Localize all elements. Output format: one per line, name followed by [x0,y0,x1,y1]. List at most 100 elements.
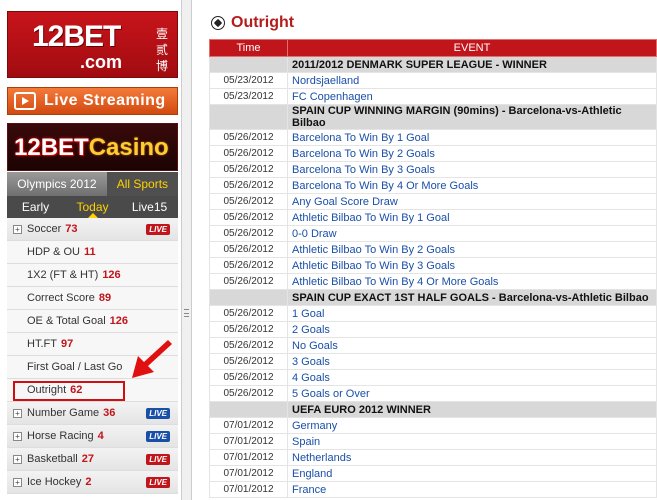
event-link[interactable]: Barcelona To Win By 1 Goal [288,132,429,144]
tab-live15[interactable]: Live15 [121,196,178,218]
expand-icon[interactable]: + [13,477,22,487]
menu-1x2[interactable]: 1X2 (FT & HT) 126 [7,264,178,287]
event-link[interactable]: Any Goal Score Draw [288,196,398,208]
event-link[interactable]: 4 Goals [288,372,330,384]
casino-banner[interactable]: 12BETCasino [7,123,178,171]
scroll-grip-icon[interactable] [184,309,189,317]
event-cell: Athletic Bilbao To Win By 3 Goals [287,257,657,274]
event-date: 07/01/2012 [209,433,288,450]
tab-early[interactable]: Early [7,196,64,218]
tab-olympics-2012[interactable]: Olympics 2012 [7,172,107,196]
page-root: { "sidebar": { "logo": { "brand": "12BET… [0,0,657,500]
live-badge: LIVE [146,224,170,235]
event-link[interactable]: Nordsjaelland [288,75,359,87]
event-link[interactable]: Athletic Bilbao To Win By 3 Goals [288,260,455,272]
event-cell: Barcelona To Win By 1 Goal [287,129,657,146]
event-link[interactable]: Athletic Bilbao To Win By 1 Goal [288,212,450,224]
event-link[interactable]: Spain [288,436,320,448]
menu-hdp-ou[interactable]: HDP & OU 11 [7,241,178,264]
red-arrow-icon [132,340,172,378]
event-link[interactable]: Athletic Bilbao To Win By 2 Goals [288,244,455,256]
event-link[interactable]: Germany [288,420,337,432]
event-cell: France [287,481,657,498]
menu-count: 73 [65,223,78,235]
menu-count: 4 [97,430,104,442]
event-link[interactable]: Barcelona To Win By 3 Goals [288,164,435,176]
event-date: 05/26/2012 [209,161,288,178]
menu-soccer[interactable]: + Soccer 73 LIVE [7,218,178,241]
event-cell: No Goals [287,337,657,354]
tab-all-sports[interactable]: All Sports [106,172,178,196]
event-date: 05/23/2012 [209,72,288,89]
live-badge: LIVE [146,454,170,465]
menu-label: HDP & OU [27,246,80,258]
event-cell: Athletic Bilbao To Win By 1 Goal [287,209,657,226]
event-date: 05/26/2012 [209,209,288,226]
expand-icon[interactable]: + [13,454,22,464]
event-date: 07/01/2012 [209,465,288,482]
12bet-logo[interactable]: 12BET .com 壹贰博 [7,11,178,78]
table-body: 2011/2012 DENMARK SUPER LEAGUE - WINNER 0… [209,56,657,498]
live-badge: LIVE [146,431,170,442]
table-row: 05/26/2012 Barcelona To Win By 4 Or More … [209,177,657,194]
menu-label: 1X2 (FT & HT) [27,269,99,281]
event-date: 05/26/2012 [209,305,288,322]
group-header-spacer [209,401,288,418]
table-row: 05/26/2012 5 Goals or Over [209,385,657,402]
event-cell: 5 Goals or Over [287,385,657,402]
group-header-row: 2011/2012 DENMARK SUPER LEAGUE - WINNER [209,56,657,73]
table-row: 05/23/2012 FC Copenhagen [209,88,657,105]
expand-icon[interactable]: + [13,408,22,418]
menu-ice-hockey[interactable]: + Ice Hockey 2 LIVE [7,471,178,494]
event-link[interactable]: Netherlands [288,452,351,464]
event-link[interactable]: Barcelona To Win By 2 Goals [288,148,435,160]
menu-outright[interactable]: Outright 62 [7,379,178,402]
logo-domain: .com [80,52,123,72]
event-link[interactable]: Barcelona To Win By 4 Or More Goals [288,180,478,192]
sidebar: 12BET .com 壹贰博 Live Streaming 12BETCasin… [0,0,181,500]
event-cell: England [287,465,657,482]
event-link[interactable]: Athletic Bilbao To Win By 4 Or More Goal… [288,276,498,288]
page-header: Outright [211,12,294,34]
event-link[interactable]: 1 Goal [288,308,324,320]
event-link[interactable]: England [288,468,332,480]
menu-count: 11 [83,246,96,258]
sidebar-scrollbar[interactable] [181,0,192,500]
table-row: 05/26/2012 Any Goal Score Draw [209,193,657,210]
menu-oe-total-goal[interactable]: OE & Total Goal 126 [7,310,178,333]
event-date: 05/26/2012 [209,225,288,242]
menu-number-game[interactable]: + Number Game 36 LIVE [7,402,178,425]
group-title: UEFA EURO 2012 WINNER [287,401,657,418]
event-link[interactable]: 2 Goals [288,324,330,336]
event-link[interactable]: 0-0 Draw [288,228,337,240]
event-date: 05/26/2012 [209,353,288,370]
event-link[interactable]: 5 Goals or Over [288,388,370,400]
menu-basketball[interactable]: + Basketball 27 LIVE [7,448,178,471]
event-cell: Athletic Bilbao To Win By 4 Or More Goal… [287,273,657,290]
table-row: 05/26/2012 Athletic Bilbao To Win By 2 Go… [209,241,657,258]
expand-icon[interactable]: + [13,224,22,234]
menu-horse-racing[interactable]: + Horse Racing 4 LIVE [7,425,178,448]
event-link[interactable]: France [288,484,326,496]
menu-count: 2 [85,476,92,488]
event-link[interactable]: FC Copenhagen [288,91,373,103]
live-streaming-banner[interactable]: Live Streaming [7,87,178,115]
group-header-spacer [209,104,288,130]
event-cell: 2 Goals [287,321,657,338]
event-cell: 0-0 Draw [287,225,657,242]
menu-correct-score[interactable]: Correct Score 89 [7,287,178,310]
event-link[interactable]: 3 Goals [288,356,330,368]
menu-label: First Goal / Last Go [27,361,123,373]
outright-highlight-box [13,381,125,401]
expand-icon[interactable]: + [13,431,22,441]
table-row: 05/26/2012 Barcelona To Win By 1 Goal [209,129,657,146]
live-badge: LIVE [146,477,170,488]
event-link[interactable]: No Goals [288,340,338,352]
table-row: 05/26/2012 2 Goals [209,321,657,338]
live-streaming-label: Live Streaming [44,92,166,109]
event-date: 07/01/2012 [209,417,288,434]
menu-count: 126 [102,269,121,281]
event-cell: Barcelona To Win By 3 Goals [287,161,657,178]
event-date: 05/26/2012 [209,193,288,210]
tab-today[interactable]: Today [64,196,121,218]
